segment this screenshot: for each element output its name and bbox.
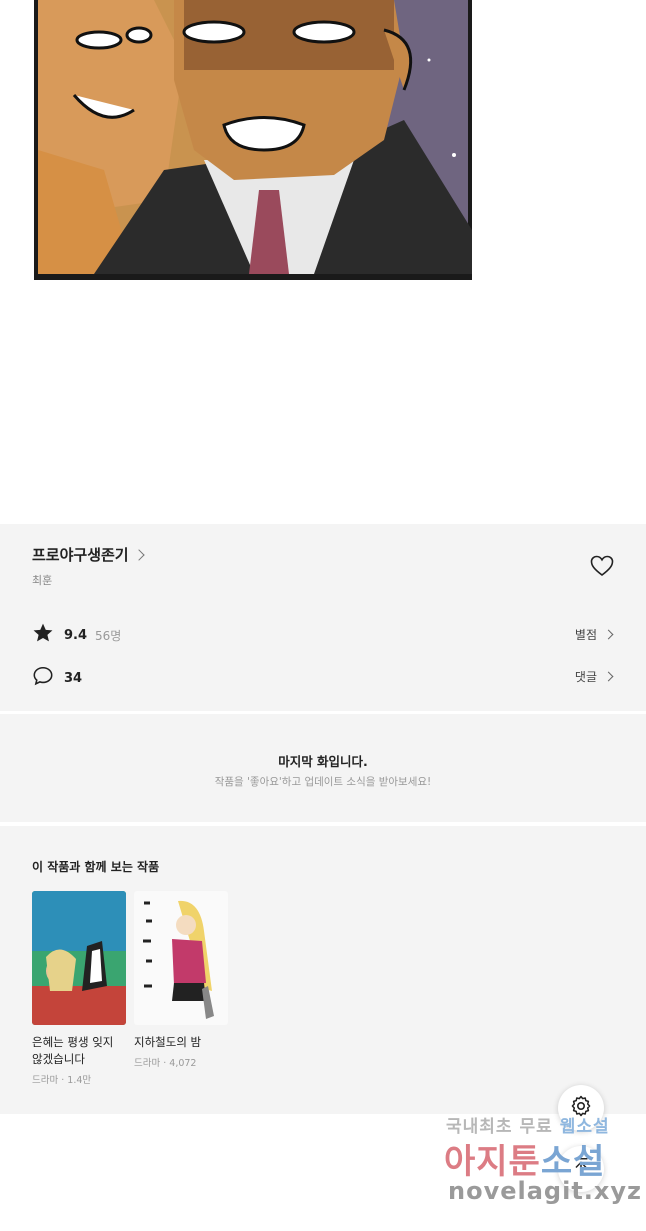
rating-value: 9.4 [64, 627, 88, 643]
rating-count: 56명 [95, 628, 122, 643]
related-work-card[interactable]: 은혜는 평생 잊지 않겠습니다 드라마 · 1.4만 [32, 891, 126, 1086]
comment-row[interactable]: 34 [32, 665, 82, 691]
last-episode-subtitle: 작품을 '좋아요'하고 업데이트 소식을 받아보세요! [214, 776, 432, 788]
watermark-line3: novelagit.xyz [448, 1177, 643, 1205]
last-episode-title: 마지막 화입니다. [278, 754, 368, 769]
series-title-link[interactable]: 프로야구생존기 [32, 544, 145, 565]
chevron-right-icon [603, 671, 614, 682]
comment-count: 34 [64, 670, 83, 686]
series-author: 최훈 [32, 574, 53, 587]
related-work-title: 지하철도의 밤 [134, 1035, 202, 1049]
related-work-meta: 드라마 · 4,072 [134, 1058, 197, 1069]
rate-label: 별점 [574, 628, 597, 642]
series-title: 프로야구생존기 [32, 546, 129, 564]
rating-row: 9.4 56명 [32, 622, 121, 648]
cover-image [32, 891, 126, 1025]
rate-button[interactable]: 별점 [574, 626, 614, 643]
comments-button[interactable]: 댓글 [574, 668, 614, 685]
heart-icon[interactable] [590, 555, 614, 577]
related-work-title: 은혜는 평생 잊지 않겠습니다 [32, 1035, 114, 1066]
comic-panel-image [34, 0, 472, 280]
cover-image [134, 891, 228, 1025]
chevron-right-icon [132, 548, 145, 561]
chevron-right-icon [603, 629, 614, 640]
related-work-card[interactable]: 지하철도의 밤 드라마 · 4,072 [134, 891, 228, 1069]
related-work-meta: 드라마 · 1.4만 [32, 1075, 92, 1086]
star-icon [32, 622, 54, 648]
comment-icon [32, 665, 54, 691]
watermark-line2: 아지툰소설 [444, 1142, 606, 1182]
comments-label: 댓글 [574, 670, 597, 684]
related-works-heading: 이 작품과 함께 보는 작품 [32, 860, 160, 874]
